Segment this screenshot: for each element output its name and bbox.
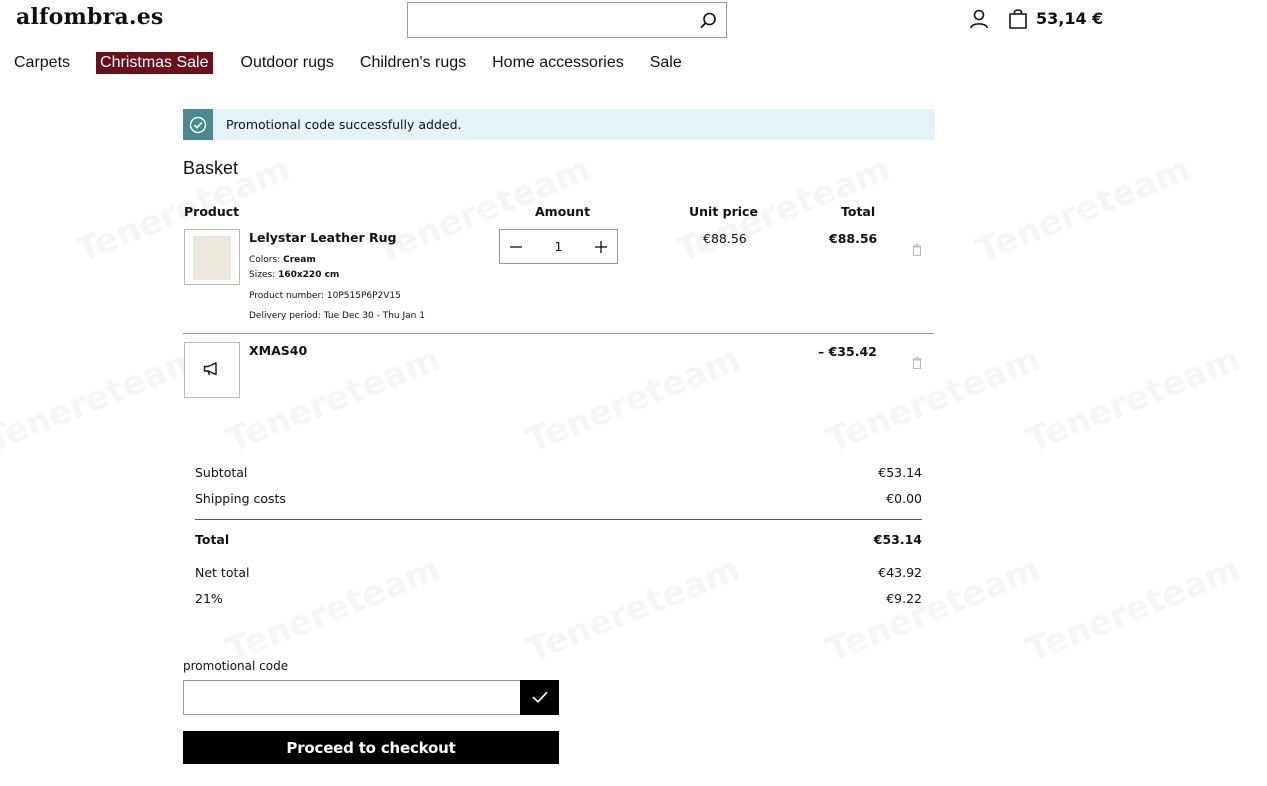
watermark: Tenereteam xyxy=(1021,339,1246,461)
unit-price: €88.56 xyxy=(703,231,747,246)
shipping-label: Shipping costs xyxy=(195,491,286,506)
checkmark-icon xyxy=(531,688,548,707)
net-total-row: Net total €43.92 xyxy=(195,565,922,580)
rug-image xyxy=(193,236,231,280)
column-header-unit-price: Unit price xyxy=(689,204,758,219)
trash-icon[interactable] xyxy=(912,241,922,256)
nav-item-carpets[interactable]: Carpets xyxy=(14,54,70,72)
column-header-total: Total xyxy=(841,204,876,219)
quantity-stepper: 1 xyxy=(499,229,618,264)
megaphone-icon xyxy=(203,361,221,380)
delivery-period: Delivery period: Tue Dec 30 - Thu Jan 1 xyxy=(249,311,425,321)
nav-item-home-accessories[interactable]: Home accessories xyxy=(492,54,624,72)
search-icon[interactable] xyxy=(698,11,718,31)
total-label: Total xyxy=(195,532,230,547)
proceed-to-checkout-button[interactable]: Proceed to checkout xyxy=(183,731,559,764)
site-logo[interactable]: alfombra.es xyxy=(16,4,164,30)
product-number: Product number: 10P515P6P2V15 xyxy=(249,291,401,301)
nav-item-outdoor-rugs[interactable]: Outdoor rugs xyxy=(241,54,334,72)
item-total: €88.56 xyxy=(829,231,878,246)
row-divider xyxy=(183,333,934,334)
nav-item-sale[interactable]: Sale xyxy=(650,54,682,72)
column-header-product: Product xyxy=(184,204,240,219)
product-sizes: Sizes: 160x220 cm xyxy=(249,270,340,280)
cart-total[interactable]: 53,14 € xyxy=(1036,9,1103,28)
shipping-value: €0.00 xyxy=(886,491,922,506)
promo-code-label: promotional code xyxy=(183,659,289,673)
subtotal-row: Subtotal €53.14 xyxy=(195,465,922,480)
check-circle-icon xyxy=(183,109,213,140)
promo-code-name: XMAS40 xyxy=(249,343,308,358)
alert-message: Promotional code successfully added. xyxy=(226,117,462,132)
search-input[interactable] xyxy=(408,3,726,37)
trash-icon[interactable] xyxy=(912,354,922,369)
plus-icon[interactable] xyxy=(593,239,609,255)
search-box xyxy=(407,2,727,38)
quantity-value[interactable]: 1 xyxy=(555,239,563,254)
vat-row: 21% €9.22 xyxy=(195,591,922,606)
vat-value: €9.22 xyxy=(886,591,922,606)
column-header-amount: Amount xyxy=(535,204,591,219)
net-total-label: Net total xyxy=(195,565,250,580)
promo-thumbnail xyxy=(184,342,240,398)
watermark: Tenereteam xyxy=(1021,549,1246,671)
shopping-bag-icon[interactable] xyxy=(1006,7,1030,31)
main-nav: Carpets Christmas Sale Outdoor rugs Chil… xyxy=(14,51,708,75)
nav-item-childrens-rugs[interactable]: Children's rugs xyxy=(360,54,466,72)
subtotal-label: Subtotal xyxy=(195,465,248,480)
watermark: Tenereteam xyxy=(971,149,1196,271)
total-value: €53.14 xyxy=(873,532,922,547)
subtotal-value: €53.14 xyxy=(878,465,922,480)
apply-promo-button[interactable] xyxy=(520,680,559,715)
net-total-value: €43.92 xyxy=(878,565,922,580)
nav-item-christmas-sale[interactable]: Christmas Sale xyxy=(96,52,213,74)
user-account-icon[interactable] xyxy=(968,8,990,30)
vat-label: 21% xyxy=(195,591,223,606)
success-alert: Promotional code successfully added. xyxy=(183,109,935,140)
watermark: Tenereteam xyxy=(521,339,746,461)
page-title: Basket xyxy=(183,158,239,178)
promo-discount: – €35.42 xyxy=(818,344,877,359)
watermark: Tenereteam xyxy=(0,339,206,461)
product-name[interactable]: Lelystar Leather Rug xyxy=(249,230,396,245)
promo-code-input[interactable] xyxy=(183,680,521,715)
summary-divider xyxy=(195,519,922,520)
product-colors: Colors: Cream xyxy=(249,255,316,265)
minus-icon[interactable] xyxy=(508,239,524,255)
product-thumbnail[interactable] xyxy=(184,229,240,285)
shipping-row: Shipping costs €0.00 xyxy=(195,491,922,506)
total-row: Total €53.14 xyxy=(195,532,922,547)
